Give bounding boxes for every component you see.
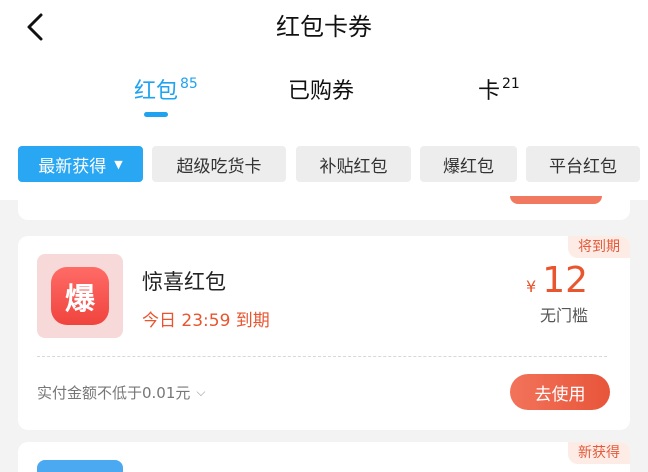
chevron-down-icon: ⌵ bbox=[196, 385, 206, 399]
coupon-amount: ¥ 12 bbox=[526, 260, 588, 301]
page-title: 红包卡券 bbox=[276, 13, 372, 41]
active-tab-indicator bbox=[144, 112, 168, 117]
coupon-expiry: 今日 23:59 到期 bbox=[142, 311, 270, 331]
use-button-partial[interactable] bbox=[510, 196, 602, 204]
dashed-divider bbox=[37, 356, 607, 357]
filter-chip-subsidy[interactable]: 补贴红包 bbox=[296, 146, 411, 182]
filter-label: 补贴红包 bbox=[319, 156, 388, 177]
coupon-logo bbox=[37, 460, 123, 472]
filter-chip-bao[interactable]: 爆红包 bbox=[420, 146, 517, 182]
top-header: 红包卡券 红包 85 已购券 卡 21 最新获得 ▼ 超级吃货卡 补贴红包 爆红包 … bbox=[0, 0, 648, 200]
amount-value: 12 bbox=[542, 260, 588, 301]
bao-logo-icon: 爆 bbox=[51, 267, 109, 325]
currency-symbol: ¥ bbox=[526, 277, 537, 296]
filter-bar: 最新获得 ▼ 超级吃货卡 补贴红包 爆红包 平台红包 bbox=[0, 146, 648, 184]
status-badge: 将到期 bbox=[568, 236, 630, 258]
coupon-name: 惊喜红包 bbox=[142, 270, 226, 294]
coupon-card-next: 新获得 bbox=[18, 442, 630, 472]
tab-label: 已购券 bbox=[288, 79, 355, 104]
tab-label: 卡 bbox=[478, 79, 501, 104]
coupon-logo: 爆 bbox=[37, 254, 123, 338]
filter-label: 平台红包 bbox=[549, 156, 617, 177]
tab-bar: 红包 85 已购券 卡 21 bbox=[0, 68, 648, 122]
coupon-card: 将到期 爆 惊喜红包 今日 23:59 到期 ¥ 12 无门槛 实付金额不低于0… bbox=[18, 236, 630, 430]
caret-down-icon: ▼ bbox=[114, 157, 123, 171]
coupon-rule-toggle[interactable]: 实付金额不低于0.01元 ⌵ bbox=[37, 382, 206, 403]
filter-chip-platform[interactable]: 平台红包 bbox=[526, 146, 640, 182]
tab-cards[interactable]: 卡 21 bbox=[478, 68, 520, 122]
tab-purchased-coupons[interactable]: 已购券 bbox=[288, 68, 354, 122]
tab-label: 红包 bbox=[134, 79, 179, 104]
status-badge: 新获得 bbox=[568, 442, 630, 464]
use-button[interactable]: 去使用 bbox=[510, 374, 610, 410]
filter-label: 超级吃货卡 bbox=[176, 156, 262, 177]
filter-label: 最新获得 bbox=[38, 156, 107, 177]
filter-chip-super-foodie[interactable]: 超级吃货卡 bbox=[152, 146, 286, 182]
tab-count: 21 bbox=[502, 76, 520, 92]
coupon-threshold: 无门槛 bbox=[539, 306, 588, 325]
coupon-card-previous bbox=[18, 196, 630, 220]
tab-count: 85 bbox=[180, 76, 198, 92]
filter-label: 爆红包 bbox=[443, 156, 494, 177]
filter-latest-dropdown[interactable]: 最新获得 ▼ bbox=[18, 146, 143, 182]
coupon-rule: 实付金额不低于0.01元 bbox=[37, 384, 191, 402]
